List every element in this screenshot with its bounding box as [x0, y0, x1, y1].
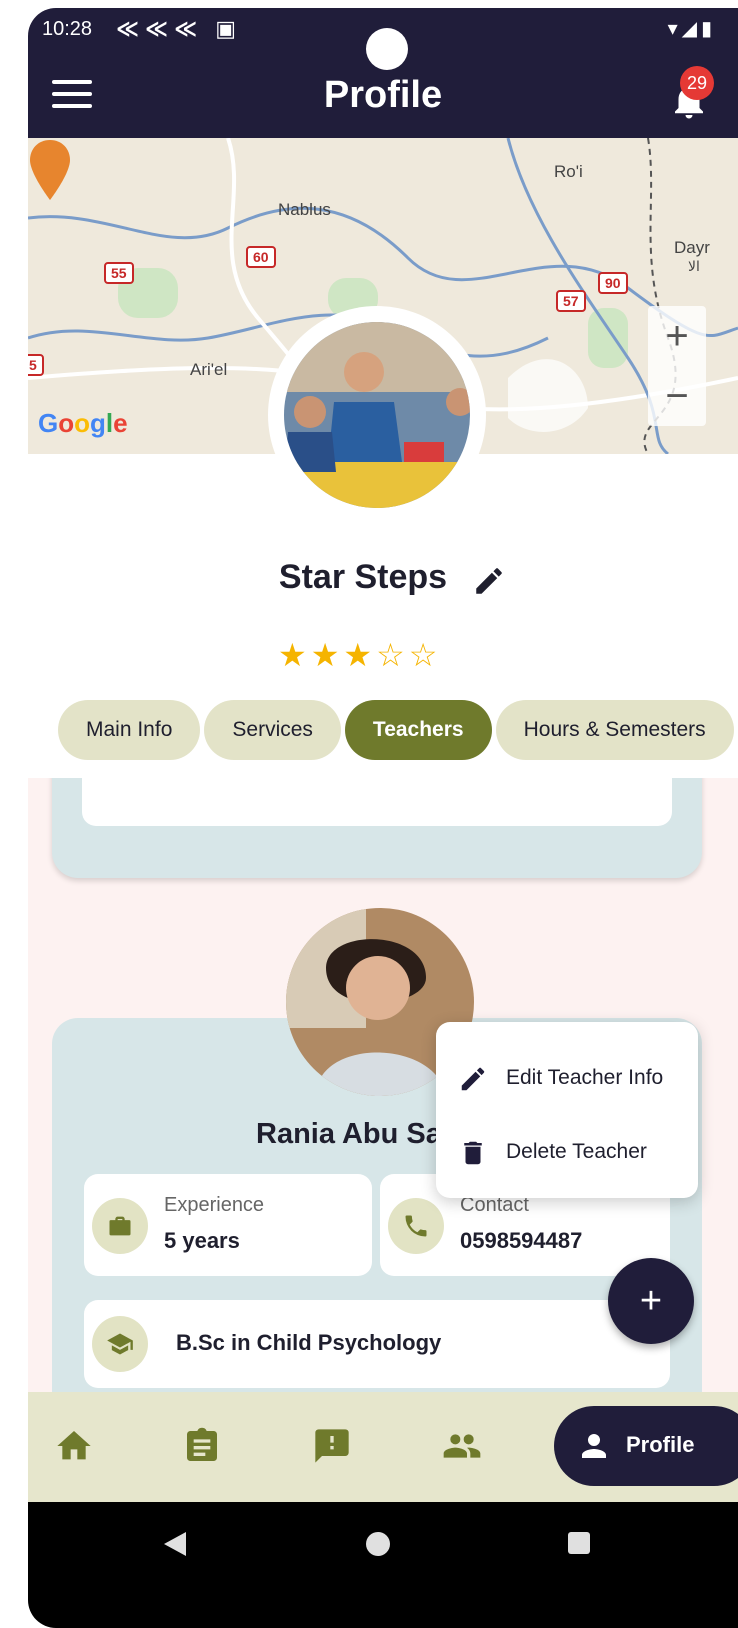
- experience-value: 5 years: [164, 1228, 240, 1253]
- bottom-navigation: Profile: [28, 1392, 738, 1502]
- experience-box: Experience 5 years: [84, 1174, 372, 1276]
- phone-icon: [405, 1215, 427, 1237]
- zoom-out-button[interactable]: −: [648, 366, 706, 426]
- phone-screen: 10:28 ≪≪≪ ▣ ▾◢▮ Profile 29 Nablus Ro'i A…: [28, 8, 738, 1628]
- clipboard-icon[interactable]: [182, 1426, 222, 1466]
- tab-main-info[interactable]: Main Info: [58, 700, 201, 760]
- map-label-ariel: Ari'el: [190, 360, 228, 379]
- delete-teacher-label: Delete Teacher: [506, 1140, 647, 1163]
- page-title: Profile: [323, 74, 443, 116]
- system-navigation-bar: [28, 1502, 738, 1628]
- route-60: 60: [246, 246, 276, 268]
- app-bar: 10:28 ≪≪≪ ▣ ▾◢▮ Profile 29: [28, 8, 738, 138]
- contact-value: 0598594487: [460, 1228, 583, 1253]
- tab-services[interactable]: Services: [204, 700, 341, 760]
- zoom-in-button[interactable]: +: [648, 306, 706, 366]
- trash-icon: [464, 1141, 482, 1165]
- home-system-button[interactable]: [366, 1532, 390, 1556]
- teacher-card-previous: [52, 778, 702, 878]
- map-label-nablus: Nablus: [278, 200, 331, 219]
- back-icon[interactable]: [162, 1530, 188, 1558]
- notification-icons: ≪≪≪ ▣: [116, 16, 242, 41]
- route-5: 5: [28, 354, 44, 376]
- delete-teacher-item[interactable]: Delete Teacher: [436, 1122, 698, 1182]
- google-logo: Google: [38, 408, 128, 438]
- rating-stars: ★★★☆☆: [278, 637, 442, 673]
- route-90: 90: [598, 272, 628, 294]
- tab-teachers[interactable]: Teachers: [344, 700, 492, 760]
- map-label-roi: Ro'i: [554, 162, 583, 181]
- school-avatar[interactable]: [284, 322, 470, 508]
- experience-label: Experience: [164, 1194, 265, 1216]
- tab-hours-semesters[interactable]: Hours & Semesters: [495, 700, 734, 760]
- map-label-dayr-ar: ﺍﻟﺎ: [688, 258, 700, 274]
- add-teacher-button[interactable]: +: [608, 1258, 694, 1344]
- recents-button[interactable]: [568, 1532, 590, 1554]
- graduation-cap-icon: [107, 1333, 133, 1355]
- profile-nav-label: Profile: [626, 1432, 695, 1457]
- school-name: Star Steps: [278, 558, 448, 596]
- feedback-icon[interactable]: [312, 1426, 352, 1466]
- teacher-options-menu: Edit Teacher Info Delete Teacher: [436, 1022, 698, 1198]
- zoom-controls: + −: [648, 306, 706, 426]
- degree-box: B.Sc in Child Psychology: [84, 1300, 670, 1388]
- edit-teacher-info-label: Edit Teacher Info: [506, 1066, 664, 1089]
- location-pin-icon: [30, 140, 70, 200]
- camera-cutout: [366, 28, 408, 70]
- map-label-dayr: Dayr: [674, 238, 710, 257]
- degree-icon-circle: [92, 1316, 148, 1372]
- edit-teacher-info-item[interactable]: Edit Teacher Info: [436, 1048, 698, 1108]
- home-icon[interactable]: [54, 1426, 94, 1466]
- contact-icon-circle: [388, 1198, 444, 1254]
- status-time: 10:28: [42, 18, 93, 40]
- card-info-row: [82, 778, 672, 826]
- people-icon[interactable]: [442, 1426, 482, 1466]
- profile-nav-button[interactable]: Profile: [554, 1406, 738, 1486]
- system-icons: ▾◢▮: [667, 18, 716, 40]
- tab-bar: Main Info Services Teachers Hours & Semeste…: [58, 700, 738, 760]
- degree-text: B.Sc in Child Psychology: [176, 1330, 442, 1355]
- notification-badge: 29: [680, 66, 714, 100]
- person-icon: [582, 1434, 606, 1458]
- experience-icon-circle: [92, 1198, 148, 1254]
- route-55: 55: [104, 262, 134, 284]
- edit-name-icon[interactable]: [472, 564, 506, 598]
- route-57: 57: [556, 290, 586, 312]
- briefcase-icon: [109, 1216, 131, 1236]
- pencil-icon: [461, 1067, 485, 1091]
